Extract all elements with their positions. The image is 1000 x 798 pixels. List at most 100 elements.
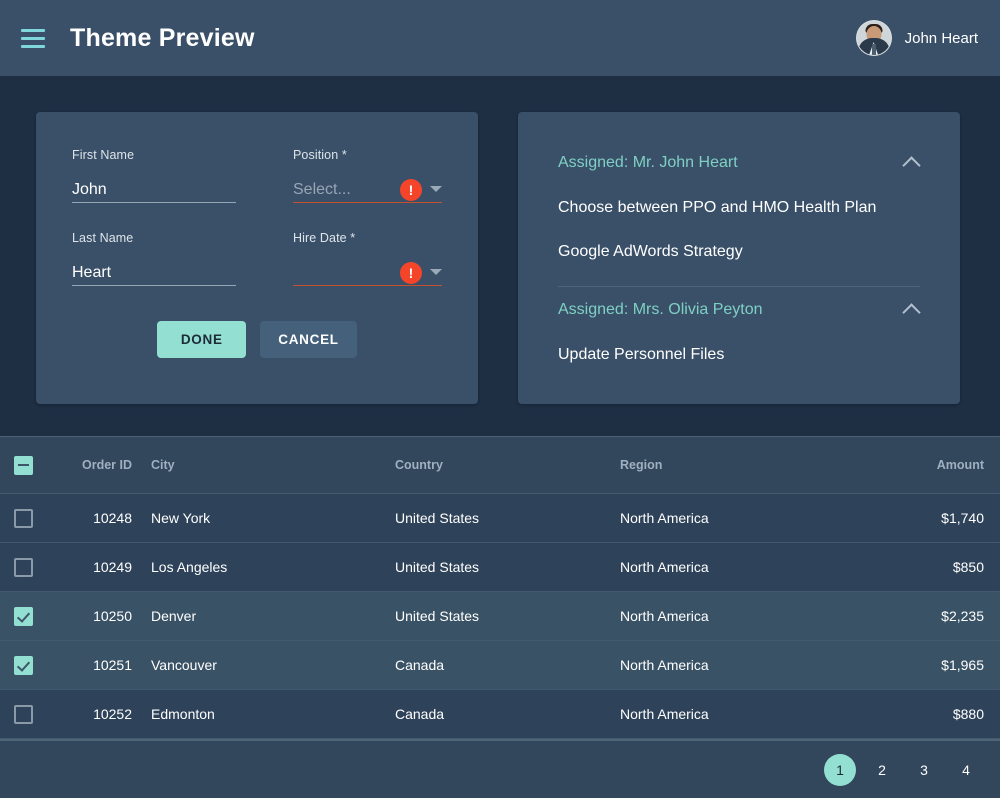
task-item[interactable]: Update Personnel Files bbox=[540, 333, 938, 377]
chevron-up-icon[interactable] bbox=[902, 155, 921, 175]
last-name-value: Heart bbox=[72, 264, 112, 281]
row-checkbox[interactable] bbox=[14, 557, 33, 577]
exclamation-icon[interactable]: ! bbox=[400, 179, 422, 201]
cell-region: North America bbox=[620, 510, 709, 526]
position-select[interactable]: Select... ! bbox=[293, 171, 442, 203]
hire-date-adornments: ! bbox=[400, 262, 442, 284]
hire-date-underline bbox=[293, 285, 442, 286]
page-button-4[interactable]: 4 bbox=[950, 754, 982, 786]
position-field: Position * Select... ! bbox=[293, 148, 442, 203]
accordion-group: Assigned: Mr. John Heart Choose between … bbox=[540, 140, 938, 274]
table-row[interactable]: 10250 Denver United States North America… bbox=[0, 592, 1000, 641]
page-button-1[interactable]: 1 bbox=[824, 754, 856, 786]
table-row[interactable]: 10252 Edmonton Canada North America $880 bbox=[0, 690, 1000, 739]
first-name-label: First Name bbox=[72, 148, 135, 162]
column-header-country[interactable]: Country bbox=[254, 458, 614, 472]
cell-amount: $1,965 bbox=[941, 657, 984, 673]
column-header-amount[interactable]: Amount bbox=[864, 458, 984, 472]
last-name-input[interactable]: Heart bbox=[72, 254, 236, 286]
select-all-cell bbox=[0, 455, 62, 475]
column-header-city[interactable]: City bbox=[132, 458, 254, 472]
cell-order-id: 10251 bbox=[93, 657, 132, 673]
main-content: First Name John Position * Select... ! L… bbox=[0, 76, 1000, 798]
caret-down-icon[interactable] bbox=[430, 269, 442, 275]
row-select-cell bbox=[0, 655, 62, 675]
first-name-input[interactable]: John bbox=[72, 171, 236, 203]
row-checkbox[interactable] bbox=[14, 508, 33, 528]
hamburger-bar bbox=[21, 36, 45, 40]
cell-city: Los Angeles bbox=[151, 559, 228, 575]
first-name-field: First Name John bbox=[72, 148, 236, 203]
done-button[interactable]: DONE bbox=[157, 321, 247, 358]
caret-down-icon[interactable] bbox=[430, 186, 442, 192]
cell-region: North America bbox=[620, 608, 709, 624]
accordion-group: Assigned: Mrs. Olivia Peyton Update Pers… bbox=[540, 287, 938, 377]
cell-country: United States bbox=[395, 559, 480, 575]
row-select-cell bbox=[0, 606, 62, 626]
chevron-up-icon[interactable] bbox=[902, 302, 921, 322]
page-button-3[interactable]: 3 bbox=[908, 754, 940, 786]
cell-region: North America bbox=[620, 706, 709, 722]
cards-row: First Name John Position * Select... ! L… bbox=[0, 76, 1000, 404]
hire-date-field: Hire Date * ! bbox=[293, 231, 442, 286]
cell-city: New York bbox=[151, 510, 211, 526]
task-item[interactable]: Choose between PPO and HMO Health Plan bbox=[540, 186, 938, 230]
employee-form-card: First Name John Position * Select... ! L… bbox=[36, 112, 478, 404]
table-row[interactable]: 10251 Vancouver Canada North America $1,… bbox=[0, 641, 1000, 690]
row-checkbox[interactable] bbox=[14, 655, 33, 675]
avatar bbox=[855, 20, 892, 56]
hamburger-icon[interactable] bbox=[18, 23, 48, 53]
cell-order-id: 10249 bbox=[93, 559, 132, 575]
column-header-order-id[interactable]: Order ID bbox=[62, 458, 132, 472]
position-placeholder: Select... bbox=[293, 181, 351, 198]
hire-date-label: Hire Date * bbox=[293, 231, 356, 245]
last-name-underline bbox=[72, 285, 236, 286]
row-checkbox[interactable] bbox=[14, 606, 33, 626]
cell-amount: $2,235 bbox=[941, 608, 984, 624]
cell-country: United States bbox=[395, 608, 480, 624]
row-select-cell bbox=[0, 508, 62, 528]
table-row[interactable]: 10249 Los Angeles United States North Am… bbox=[0, 543, 1000, 592]
exclamation-icon[interactable]: ! bbox=[400, 262, 422, 284]
user-name: John Heart bbox=[904, 29, 978, 47]
app-header: Theme Preview John Heart bbox=[0, 0, 1000, 76]
cell-city: Denver bbox=[151, 608, 197, 624]
cell-country: United States bbox=[395, 510, 480, 526]
orders-data-grid: Order ID City Country Region Amount 1024… bbox=[0, 436, 1000, 798]
hire-date-input[interactable]: ! bbox=[293, 254, 442, 286]
accordion-header-olivia-peyton[interactable]: Assigned: Mrs. Olivia Peyton bbox=[540, 287, 938, 333]
first-name-value: John bbox=[72, 181, 107, 198]
last-name-field: Last Name Heart bbox=[72, 231, 236, 286]
cancel-button[interactable]: CANCEL bbox=[260, 321, 357, 358]
assigned-tasks-card: Assigned: Mr. John Heart Choose between … bbox=[518, 112, 960, 404]
task-item[interactable]: Google AdWords Strategy bbox=[540, 230, 938, 274]
cell-amount: $880 bbox=[952, 706, 984, 722]
cell-order-id: 10250 bbox=[93, 608, 132, 624]
position-underline bbox=[293, 202, 442, 203]
pagination: 1 2 3 4 bbox=[0, 739, 1000, 798]
row-select-cell bbox=[0, 557, 62, 577]
table-row[interactable]: 10248 New York United States North Ameri… bbox=[0, 494, 1000, 543]
accordion-title: Assigned: Mr. John Heart bbox=[558, 154, 738, 171]
row-checkbox[interactable] bbox=[14, 704, 33, 724]
page-button-2[interactable]: 2 bbox=[866, 754, 898, 786]
user-menu[interactable]: John Heart bbox=[855, 20, 978, 56]
cell-region: North America bbox=[620, 657, 709, 673]
cell-amount: $1,740 bbox=[941, 510, 984, 526]
position-label: Position * bbox=[293, 148, 347, 162]
cell-country: Canada bbox=[395, 657, 445, 673]
column-header-region[interactable]: Region bbox=[614, 458, 864, 472]
row-select-cell bbox=[0, 704, 62, 724]
last-name-label: Last Name bbox=[72, 231, 134, 245]
accordion-header-john-heart[interactable]: Assigned: Mr. John Heart bbox=[540, 140, 938, 186]
cell-order-id: 10248 bbox=[93, 510, 132, 526]
avatar-tie bbox=[871, 44, 876, 55]
form-actions: DONE CANCEL bbox=[72, 321, 442, 358]
first-name-underline bbox=[72, 202, 236, 203]
form-grid: First Name John Position * Select... ! L… bbox=[72, 148, 442, 286]
hamburger-bar bbox=[21, 28, 45, 32]
grid-header-row: Order ID City Country Region Amount bbox=[0, 437, 1000, 494]
cell-order-id: 10252 bbox=[93, 706, 132, 722]
accordion-title: Assigned: Mrs. Olivia Peyton bbox=[558, 301, 763, 318]
select-all-checkbox[interactable] bbox=[14, 455, 33, 475]
